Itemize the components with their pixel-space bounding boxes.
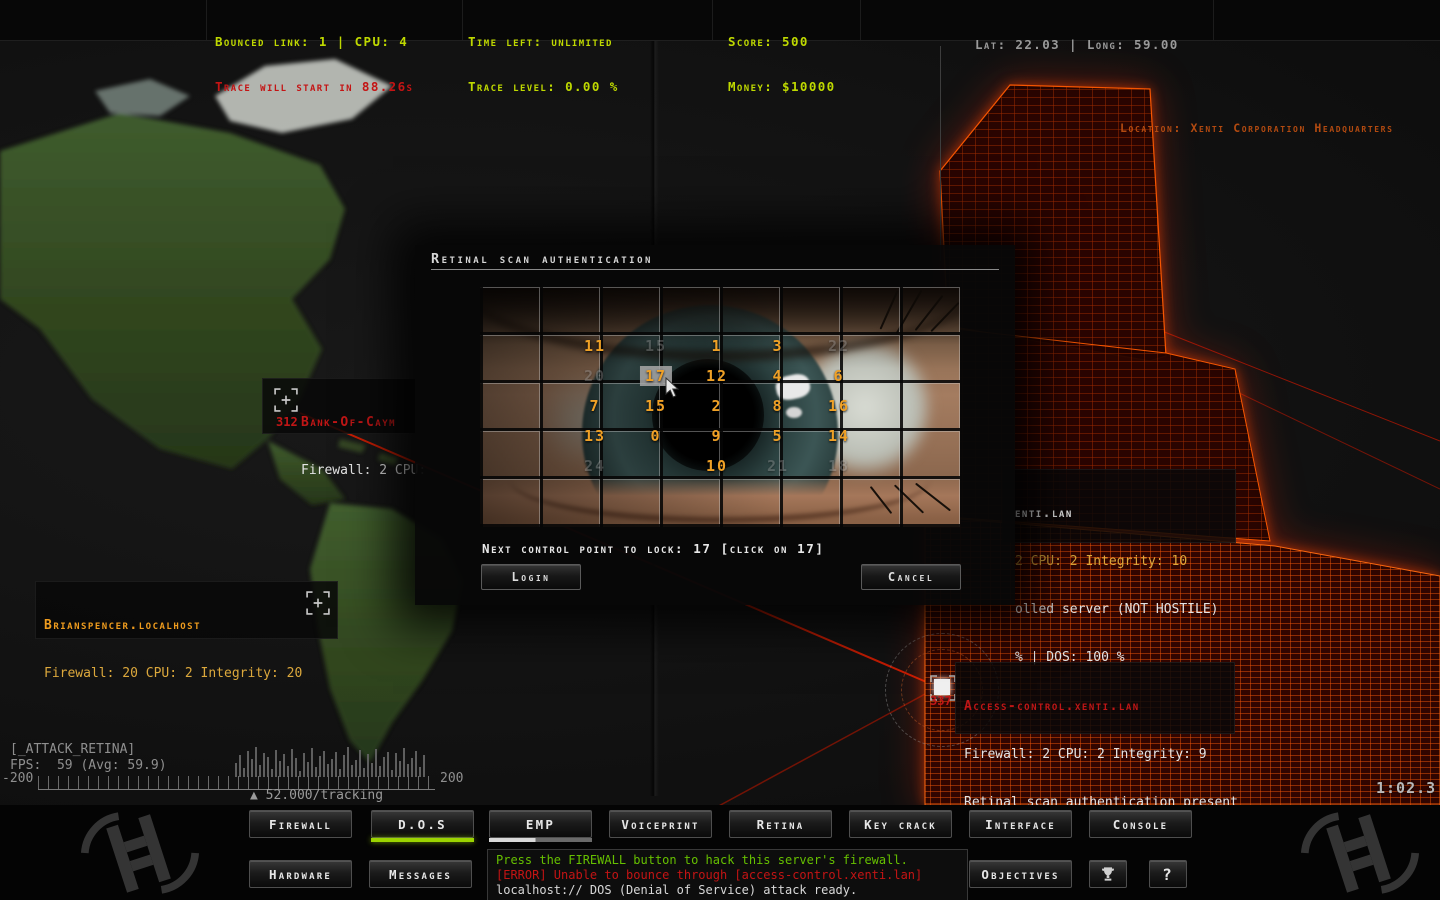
hacker-evolution-logo-icon: [60, 807, 220, 899]
hacker-evolution-logo-icon: [1280, 807, 1440, 899]
mouse-cursor-arrow: [665, 377, 680, 398]
retina-cell-11[interactable]: 11: [584, 337, 606, 355]
next-control-point-hint: Next control point to lock: 17 [click on…: [482, 541, 825, 556]
ruler-max-label: 200: [440, 771, 463, 786]
retina-cell-16[interactable]: 16: [828, 397, 850, 415]
fps-counter: FPS: 59 (Avg: 59.9): [10, 758, 167, 773]
access-server-id: 337: [930, 694, 952, 708]
game-screen: Location: Xenti Corporation Headquarters…: [0, 0, 1440, 900]
console-line: localhost:// DOS (Denial of Service) att…: [496, 883, 959, 898]
retina-cell-3[interactable]: 3: [772, 337, 783, 355]
toolbar-progress-green: [371, 838, 474, 842]
attack-mode-label: [_ATTACK_RETINA]: [10, 742, 135, 757]
achievements-button[interactable]: [1089, 860, 1127, 888]
toolbar-button-hardware[interactable]: Hardware: [249, 860, 352, 888]
crosshair-target-icon[interactable]: [306, 591, 330, 615]
toolbar-button-retina[interactable]: Retina: [729, 810, 832, 838]
lat-long: Lat: 22.03 | Long: 59.00: [975, 37, 1179, 52]
question-mark-icon: ?: [1162, 865, 1174, 884]
score: Score: 500: [728, 34, 836, 49]
ruler-min-label: -200: [2, 771, 33, 786]
brianspencer-tooltip: Brianspencer.localhost Firewall: 20 CPU:…: [35, 581, 338, 639]
tracking-readout: ▲ 52.000/tracking: [250, 788, 383, 803]
console-log: Press the FIREWALL button to hack this s…: [487, 849, 968, 900]
map-gridline: [940, 46, 941, 261]
xenti-lan-name: enti.lan: [1015, 506, 1227, 522]
retina-cell-9[interactable]: 9: [711, 427, 722, 445]
retina-cell-24[interactable]: 24: [584, 457, 606, 475]
trace-level: Trace level: 0.00 %: [468, 79, 619, 94]
brianspencer-name: Brianspencer.localhost: [44, 618, 329, 634]
trophy-icon: [1100, 866, 1116, 882]
xenti-lan-tooltip: enti.lan 2 CPU: 2 Integrity: 10 olled se…: [1002, 469, 1236, 543]
toolbar-button-console[interactable]: Console: [1089, 810, 1192, 838]
retina-cell-2[interactable]: 2: [711, 397, 722, 415]
location-label: Location: Xenti Corporation Headquarters: [1120, 121, 1394, 135]
trace-warning: Trace will start in 88.26s: [215, 79, 413, 94]
console-line: Press the FIREWALL button to hack this s…: [496, 853, 959, 868]
bank-server-id: 312: [276, 415, 298, 429]
login-button[interactable]: Login: [481, 564, 581, 590]
retina-cell-20[interactable]: 20: [584, 367, 606, 385]
retina-cell-15[interactable]: 15: [645, 337, 667, 355]
dialog-title-rule: [431, 269, 999, 270]
toolbar-button-objectives[interactable]: Objectives: [969, 860, 1072, 888]
retina-cell-15[interactable]: 15: [645, 397, 667, 415]
toolbar-button-firewall[interactable]: Firewall: [249, 810, 352, 838]
audio-spectrum: [235, 744, 435, 777]
crosshair-target-icon[interactable]: [274, 388, 298, 412]
brianspencer-stats: Firewall: 20 CPU: 2 Integrity: 20: [44, 666, 329, 682]
retina-cell-13[interactable]: 13: [584, 427, 606, 445]
bounced-link-cpu: Bounced link: 1 | CPU: 4: [215, 34, 413, 49]
toolbar-button-emp[interactable]: EMP: [489, 810, 592, 838]
mission-timer: 1:02.3: [1376, 779, 1436, 797]
money: Money: $10000: [728, 79, 836, 94]
help-button[interactable]: ?: [1149, 860, 1187, 888]
retina-cell-12[interactable]: 12: [706, 367, 728, 385]
retina-cell-5[interactable]: 5: [772, 427, 783, 445]
time-left: Time left: unlimited: [468, 34, 619, 49]
xenti-lan-stats: 2 CPU: 2 Integrity: 10: [1015, 554, 1227, 570]
toolbar-progress-gray: [489, 838, 592, 842]
retina-cell-7[interactable]: 7: [589, 397, 600, 415]
hud-bar: Bounced link: 1 | CPU: 4 Trace will star…: [0, 0, 1440, 41]
cancel-button[interactable]: Cancel: [861, 564, 961, 590]
retina-grid-numbers: 11151322201712467152816130951424102118: [480, 287, 960, 527]
retina-cell-21[interactable]: 21: [767, 457, 789, 475]
retina-cell-6[interactable]: 6: [833, 367, 844, 385]
retina-cell-10[interactable]: 10: [706, 457, 728, 475]
access-control-tooltip: Access-control.xenti.lan Firewall: 2 CPU…: [955, 662, 1235, 734]
retina-cell-4[interactable]: 4: [772, 367, 783, 385]
toolbar-button-voiceprint[interactable]: Voiceprint: [609, 810, 712, 838]
retina-cell-0[interactable]: 0: [650, 427, 661, 445]
retina-cell-8[interactable]: 8: [772, 397, 783, 415]
access-server-name: Access-control.xenti.lan: [964, 699, 1226, 715]
toolbar-button-interface[interactable]: Interface: [969, 810, 1072, 838]
retina-cell-22[interactable]: 22: [828, 337, 850, 355]
retina-eye-image: 11151322201712467152816130951424102118: [480, 287, 960, 527]
toolbar-button-d-o-s[interactable]: D.O.S: [371, 810, 474, 838]
access-server-stats: Firewall: 2 CPU: 2 Integrity: 9: [964, 747, 1226, 763]
action-toolbar: Firewall D.O.S EMP Voiceprint Retina Key crac…: [0, 805, 1440, 900]
retina-cell-1[interactable]: 1: [711, 337, 722, 355]
toolbar-button-key-crack[interactable]: Key crack: [849, 810, 952, 838]
retina-cell-18[interactable]: 18: [828, 457, 850, 475]
console-line: [ERROR] Unable to bounce through [access…: [496, 868, 959, 883]
retinal-scan-dialog: Retinal scan authentication 111513222017…: [415, 245, 1015, 605]
xenti-lan-status: olled server (NOT HOSTILE): [1015, 602, 1227, 618]
dialog-title: Retinal scan authentication: [431, 251, 653, 267]
retina-cell-14[interactable]: 14: [828, 427, 850, 445]
toolbar-button-messages[interactable]: Messages: [369, 860, 472, 888]
